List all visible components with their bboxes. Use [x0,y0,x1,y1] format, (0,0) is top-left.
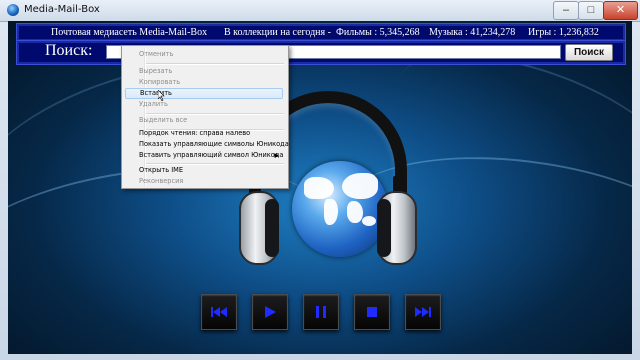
search-button[interactable]: Поиск [565,44,613,61]
search-label: Поиск: [45,42,93,59]
menu-item-open-ime[interactable]: Открыть IME [125,165,283,176]
mouse-cursor-icon [158,90,165,101]
submenu-arrow-icon: ▶ [274,152,279,159]
client-area: Почтовая медиасеть Media-Mail-Box В колл… [8,21,632,354]
music-count: Музыка : 41,234,278 [429,27,516,38]
search-bar: Поиск: Поиск [16,40,626,65]
close-button[interactable]: ✕ [603,1,638,20]
menu-separator [146,63,284,65]
maximize-button[interactable]: □ [578,1,604,20]
menu-item-insert-unicode-control[interactable]: Вставить управляющий символ Юникода ▶ [125,150,283,161]
headphone-cable [393,176,397,192]
games-count: Игры : 1,236,832 [528,27,599,38]
menu-item-reading-order[interactable]: Порядок чтения: справа налево [125,128,283,139]
menu-item-select-all[interactable]: Выделить все [125,115,283,126]
films-count: Фильмы : 5,345,268 [336,27,420,38]
skip-back-button[interactable] [201,294,237,330]
menu-item-label: Вставить управляющий символ Юникода [139,151,284,159]
pause-icon [316,306,326,318]
play-button[interactable] [252,294,288,330]
menu-item-paste[interactable]: Вставить [125,88,283,99]
menu-item-copy[interactable]: Копировать [125,77,283,88]
play-icon [265,306,276,318]
context-menu: Отменить Вырезать Копировать Вставить Уд… [121,45,289,189]
pause-button[interactable] [303,294,339,330]
globe-icon [292,161,388,257]
collection-label: В коллекции на сегодня - [224,27,331,38]
app-icon[interactable] [7,4,19,16]
skip-forward-button[interactable] [405,294,441,330]
postal-network-label: Почтовая медиасеть Media-Mail-Box [51,27,208,38]
stop-button[interactable] [354,294,390,330]
title-bar[interactable]: Media-Mail-Box – □ ✕ [0,0,640,22]
stop-icon [367,307,377,317]
minimize-button[interactable]: – [553,1,579,20]
right-ear-cup [377,191,417,265]
menu-item-show-unicode-control[interactable]: Показать управляющие символы Юникода [125,139,289,150]
menu-item-cut[interactable]: Вырезать [125,66,283,77]
left-ear-cup [239,191,279,265]
window-title: Media-Mail-Box [24,4,100,15]
skip-back-icon [211,307,227,317]
menu-item-undo[interactable]: Отменить [125,49,283,60]
menu-item-delete[interactable]: Удалить [125,99,283,110]
app-window: Media-Mail-Box – □ ✕ Почтовая медиасеть … [0,0,640,360]
menu-item-reconversion[interactable]: Реконверсия [125,176,283,187]
skip-forward-icon [415,307,431,317]
media-controls [201,294,446,332]
